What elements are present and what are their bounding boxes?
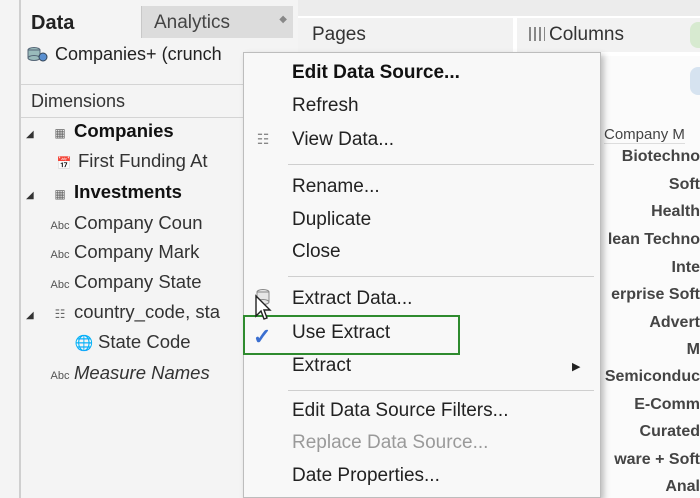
list-item: Semiconduc: [604, 368, 700, 385]
list-item: Anal: [665, 478, 700, 495]
abc-icon: Abc: [50, 370, 70, 382]
pages-label: Pages: [312, 24, 366, 45]
list-item: ware + Soft: [614, 451, 700, 468]
list-item: Advert: [649, 314, 700, 331]
list-item: Inte: [671, 259, 700, 276]
table-icon: ▦: [54, 126, 66, 140]
menu-item-extract[interactable]: Extract: [292, 355, 592, 385]
list-item: erprise Soft: [611, 286, 700, 303]
list-item: E-Comm: [634, 396, 700, 413]
menu-item-rename[interactable]: Rename...: [292, 176, 592, 206]
tab-analytics-label: Analytics: [154, 12, 231, 33]
mouse-pointer-icon: [254, 294, 272, 322]
tree-item-label: Company State: [74, 271, 202, 292]
tree-item-label: Measure Names: [74, 362, 210, 383]
abc-icon: Abc: [50, 220, 70, 232]
table-icon: ▦: [54, 187, 66, 201]
tree-item-label: Companies: [74, 120, 174, 141]
columns-label: Columns: [549, 24, 624, 45]
toolbar-strip: [298, 0, 700, 16]
columns-pill[interactable]: [690, 22, 700, 48]
list-item: Health: [651, 203, 700, 220]
menu-item-edit-data-source-filters[interactable]: Edit Data Source Filters...: [292, 400, 592, 430]
tree-item-label: Company Mark: [74, 241, 200, 262]
menu-item-view-data[interactable]: View Data...: [292, 129, 592, 159]
database-link-icon: [26, 46, 50, 62]
columns-shelf[interactable]: Columns: [517, 18, 700, 52]
tree-item-label: State Code: [98, 331, 191, 352]
data-source-name: Companies+ (crunch: [55, 44, 222, 64]
tab-data-label: Data: [31, 12, 75, 34]
list-item: Biotechno: [621, 148, 700, 165]
tree-item-label: country_code, sta: [74, 301, 221, 322]
expand-triangle-icon[interactable]: ◢: [26, 190, 46, 201]
pane-border: [19, 0, 21, 498]
up-down-chevron-icon[interactable]: ◆: [279, 14, 287, 25]
menu-item-close[interactable]: Close: [292, 241, 592, 271]
calendar-icon: 📅: [56, 156, 72, 170]
menu-separator: [288, 164, 594, 165]
tree-item-label: Company Coun: [74, 212, 203, 233]
list-item: Soft: [668, 176, 700, 193]
abc-icon: Abc: [50, 249, 70, 261]
menu-item-refresh[interactable]: Refresh: [292, 95, 592, 125]
expand-triangle-icon[interactable]: ◢: [26, 129, 46, 140]
tree-item-label: Investments: [74, 181, 182, 202]
expand-triangle-icon[interactable]: ◢: [26, 310, 46, 321]
tree-item-label: First Funding At: [78, 150, 208, 171]
list-item: lean Techno: [607, 231, 700, 248]
tab-analytics[interactable]: Analytics ◆: [141, 6, 293, 38]
menu-separator: [288, 276, 594, 277]
menu-item-duplicate[interactable]: Duplicate: [292, 209, 592, 239]
menu-item-date-properties[interactable]: Date Properties...: [292, 465, 592, 495]
submenu-arrow-icon: ▶: [572, 361, 581, 373]
list-item: M: [686, 341, 700, 358]
category-list: Company M Biotechno Soft Health lean Tec…: [598, 120, 700, 498]
tab-data[interactable]: Data: [21, 6, 141, 40]
list-header: Company M: [604, 126, 685, 144]
list-item: Curated: [639, 423, 700, 440]
dimensions-label: Dimensions: [31, 91, 126, 111]
rows-pill[interactable]: [690, 67, 700, 95]
menu-item-replace-data-source: Replace Data Source...: [292, 432, 489, 453]
use-extract-highlight: [243, 315, 460, 355]
globe-icon: 🌐: [74, 335, 94, 352]
hierarchy-icon: ☷: [54, 307, 66, 321]
menu-item-extract-data[interactable]: Extract Data...: [292, 288, 592, 318]
abc-icon: Abc: [50, 279, 70, 291]
pages-shelf[interactable]: Pages: [298, 18, 513, 52]
menu-item-edit-data-source[interactable]: Edit Data Source...: [292, 62, 592, 92]
columns-icon: [529, 27, 545, 41]
menu-separator: [288, 390, 594, 391]
view-data-grid-icon: ☷: [256, 131, 270, 147]
